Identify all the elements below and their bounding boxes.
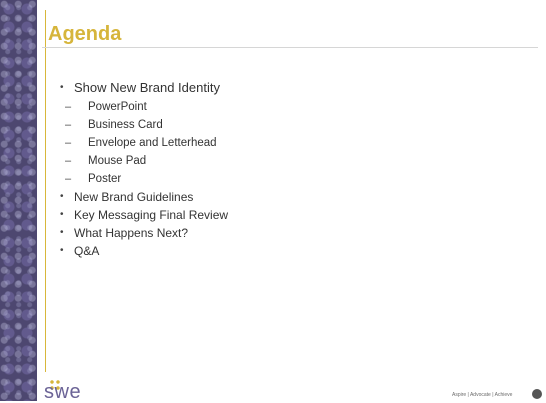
bullet-marker: • [60, 191, 64, 202]
list-item: • New Brand Guidelines [60, 188, 228, 206]
list-item-text: PowerPoint [88, 101, 147, 113]
list-item: – Mouse Pad [60, 152, 228, 170]
list-item-text: Business Card [88, 119, 163, 131]
bullet-marker: • [60, 209, 64, 220]
dash-marker: – [65, 101, 72, 113]
dash-marker: – [65, 155, 72, 167]
footer-circle-icon [532, 389, 542, 399]
title-divider [42, 47, 538, 48]
list-item-text: Envelope and Letterhead [88, 137, 217, 149]
list-item: – Poster [60, 170, 228, 188]
list-item-text: New Brand Guidelines [74, 190, 194, 204]
slide-title: Agenda [48, 23, 122, 45]
dash-marker: – [65, 173, 72, 185]
footer-tagline: Aspire | Advocate | Achieve [452, 392, 513, 398]
decorative-sidebar [0, 0, 37, 401]
list-item-text: What Happens Next? [74, 226, 189, 240]
list-item: – PowerPoint [60, 98, 228, 116]
bullet-marker: • [60, 82, 64, 93]
logo: swe [44, 381, 82, 403]
accent-line [45, 10, 46, 372]
list-item: • Q&A [60, 242, 228, 260]
dash-marker: – [65, 137, 72, 149]
list-item-text: Poster [88, 173, 122, 185]
list-item: • Show New Brand Identity [60, 78, 228, 98]
bullet-marker: • [60, 227, 64, 238]
list-item-text: Q&A [74, 244, 100, 258]
list-item: – Business Card [60, 116, 228, 134]
list-item-text: Key Messaging Final Review [74, 208, 229, 222]
dash-marker: – [65, 119, 72, 131]
list-item-text: Show New Brand Identity [74, 80, 220, 95]
list-item: – Envelope and Letterhead [60, 134, 228, 152]
bullet-marker: • [60, 245, 64, 256]
list-item: • What Happens Next? [60, 224, 228, 242]
list-item-text: Mouse Pad [88, 155, 147, 167]
agenda-list: • Show New Brand Identity – PowerPoint – Bu… [60, 78, 228, 260]
list-item: • Key Messaging Final Review [60, 206, 228, 224]
